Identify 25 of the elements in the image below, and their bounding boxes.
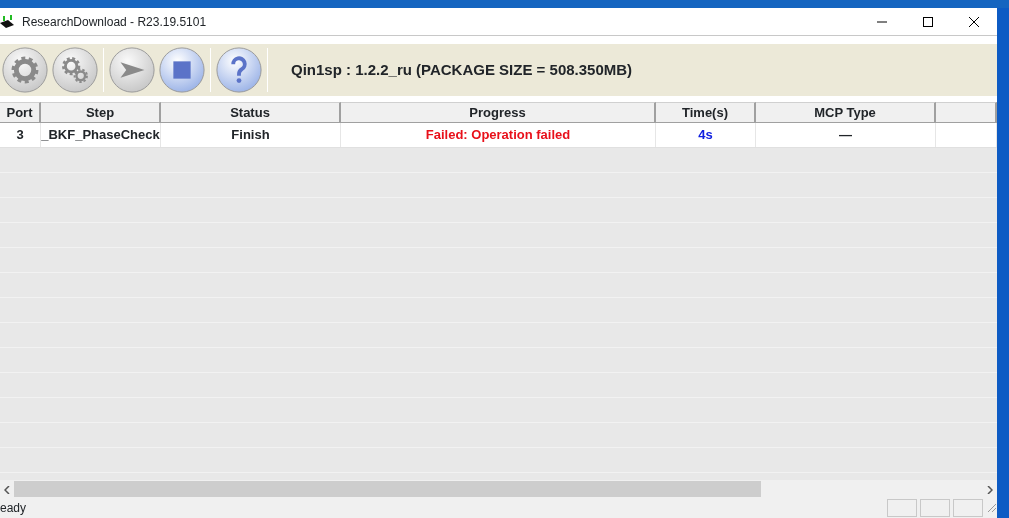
app-icon [0, 14, 14, 29]
table-cell: 4s [656, 123, 756, 147]
status-panel [953, 499, 983, 517]
status-text: eady [0, 500, 27, 517]
stop-button[interactable] [157, 45, 207, 95]
gear-icon [1, 46, 49, 94]
package-info: Qin1sp : 1.2.2_ru (PACKAGE SIZE = 508.350MB) [291, 59, 633, 80]
help-button[interactable] [214, 45, 264, 95]
scroll-left-icon [4, 485, 10, 494]
scroll-right-icon [987, 485, 993, 494]
maximize-icon [920, 15, 936, 28]
table-cell: 3 [0, 123, 41, 147]
help-icon [215, 46, 263, 94]
status-panel [887, 499, 917, 517]
stop-icon [158, 46, 206, 94]
table-cell: Failed: Operation failed [341, 123, 656, 147]
gears-icon [51, 46, 99, 94]
window-title: ResearchDownload - R23.19.5101 [22, 13, 207, 31]
table-cell: Finish [161, 123, 341, 147]
resize-grip-icon[interactable] [987, 503, 997, 513]
close-icon [966, 15, 982, 28]
table-cell: — [756, 123, 936, 147]
horizontal-scrollbar[interactable] [0, 480, 997, 498]
table-cell: _BKF_PhaseCheck [41, 123, 161, 147]
status-panel [920, 499, 950, 517]
